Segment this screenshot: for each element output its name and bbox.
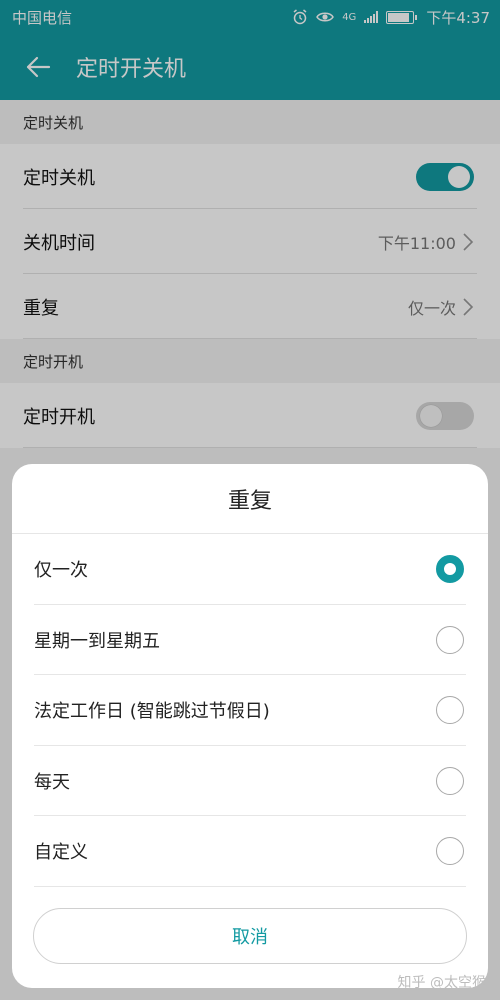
- option-label: 法定工作日 (智能跳过节假日): [34, 701, 270, 723]
- cancel-button[interactable]: 取消: [33, 908, 467, 964]
- radio-button[interactable]: [436, 555, 464, 584]
- option-workdays[interactable]: 法定工作日 (智能跳过节假日): [12, 675, 488, 746]
- option-label: 每天: [34, 771, 70, 793]
- radio-button[interactable]: [436, 625, 464, 654]
- option-custom[interactable]: 自定义: [12, 816, 488, 887]
- option-weekdays[interactable]: 星期一到星期五: [12, 605, 488, 676]
- repeat-dialog: 重复 仅一次 星期一到星期五 法定工作日 (智能跳过节假日) 每天 自定义 取消: [12, 464, 488, 988]
- option-label: 仅一次: [34, 560, 88, 582]
- option-label: 自定义: [34, 842, 88, 864]
- radio-button[interactable]: [436, 696, 464, 725]
- radio-button[interactable]: [436, 837, 464, 866]
- watermark: 知乎 @太空猴: [397, 975, 486, 991]
- dialog-title: 重复: [12, 464, 488, 534]
- radio-button[interactable]: [436, 766, 464, 795]
- option-once[interactable]: 仅一次: [12, 534, 488, 605]
- option-label: 星期一到星期五: [34, 630, 160, 652]
- option-daily[interactable]: 每天: [12, 746, 488, 817]
